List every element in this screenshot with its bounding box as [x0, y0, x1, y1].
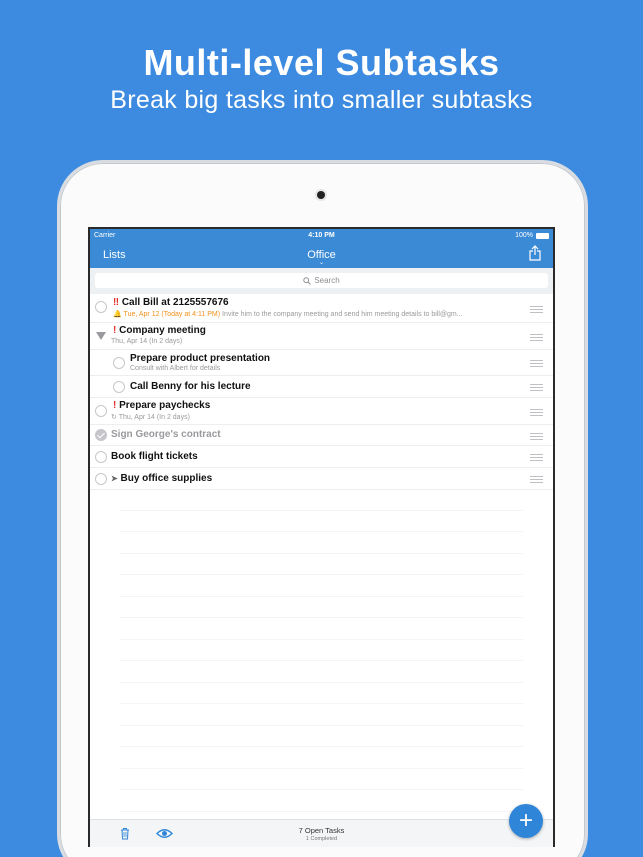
drag-handle-icon[interactable] [530, 476, 543, 485]
task-title: Sign George's contract [111, 429, 221, 440]
task-checkbox[interactable] [113, 381, 125, 393]
status-bar: Carrier 4:10 PM 100% [90, 232, 553, 242]
subtask-row[interactable]: Prepare product presentation Consult wit… [90, 350, 553, 376]
search-placeholder: Search [314, 276, 340, 285]
task-title: Call Bill at 2125557676 [121, 297, 229, 308]
task-checkbox[interactable] [95, 451, 107, 463]
battery-percent: 100% [515, 232, 533, 239]
task-date: Thu, Apr 14 (In 2 days) [111, 338, 183, 345]
open-tasks-count: 7 Open Tasks [298, 826, 345, 835]
drag-handle-icon[interactable] [530, 334, 543, 343]
search-icon [303, 276, 312, 285]
task-list: ‼ Call Bill at 2125557676 🔔 Tue, Apr 12 … [90, 294, 553, 490]
completed-count: 1 Completed [305, 836, 338, 842]
task-checkbox[interactable] [95, 405, 107, 417]
battery-icon [536, 232, 549, 239]
chevron-down-icon: ⌄ [318, 260, 325, 266]
navigation-bar: Carrier 4:10 PM 100% Lists Office ⌄ [90, 229, 553, 268]
task-checkbox[interactable] [113, 357, 125, 369]
repeat-icon: ↻ [111, 414, 117, 421]
priority-icon: ! [113, 325, 117, 336]
empty-list-area [120, 489, 523, 812]
priority-icon: ! [113, 400, 117, 411]
drag-handle-icon[interactable] [530, 306, 543, 315]
drag-handle-icon[interactable] [530, 454, 543, 463]
task-title: Prepare paychecks [119, 400, 211, 411]
checkmark-icon[interactable] [95, 429, 107, 441]
task-checkbox[interactable] [95, 473, 107, 485]
status-time: 4:10 PM [308, 232, 335, 239]
task-row[interactable]: Book flight tickets [90, 446, 553, 468]
app-screen: Carrier 4:10 PM 100% Lists Office ⌄ Sear… [88, 227, 555, 847]
task-note: Invite him to the company meeting and se… [222, 311, 463, 318]
add-task-button[interactable]: + [509, 804, 543, 838]
location-arrow-icon: ➤ [111, 474, 118, 483]
task-checkbox[interactable] [95, 301, 107, 313]
drag-handle-icon[interactable] [530, 384, 543, 393]
drag-handle-icon[interactable] [530, 433, 543, 442]
bell-icon: 🔔 [113, 311, 122, 318]
task-title: Call Benny for his lecture [130, 381, 251, 392]
task-row[interactable]: ➤ Buy office supplies [90, 468, 553, 490]
task-title: Buy office supplies [120, 473, 213, 484]
task-row[interactable]: ‼ Call Bill at 2125557676 🔔 Tue, Apr 12 … [90, 294, 553, 323]
task-title: Company meeting [119, 325, 206, 336]
subtask-row[interactable]: Call Benny for his lecture [90, 376, 553, 398]
share-icon[interactable] [529, 245, 541, 261]
priority-icon: ‼ [113, 297, 120, 308]
camera-icon [317, 191, 325, 199]
task-row[interactable]: ! Prepare paychecks ↻ Thu, Apr 14 (In 2 … [90, 398, 553, 425]
drag-handle-icon[interactable] [530, 409, 543, 418]
search-input[interactable]: Search [95, 273, 548, 288]
task-row-completed[interactable]: Sign George's contract [90, 425, 553, 446]
task-title: Book flight tickets [111, 451, 198, 462]
task-note: Consult with Albert for details [130, 365, 221, 372]
search-bar: Search [90, 268, 553, 294]
collapse-triangle-icon[interactable] [96, 332, 106, 340]
task-reminder: Tue, Apr 12 (Today at 4:11 PM) [123, 311, 221, 318]
subheadline: Break big tasks into smaller subtasks [110, 86, 533, 114]
drag-handle-icon[interactable] [530, 360, 543, 369]
task-date: Thu, Apr 14 (In 2 days) [118, 414, 190, 421]
task-title: Prepare product presentation [130, 353, 271, 364]
headline: Multi-level Subtasks [143, 42, 500, 83]
bottom-toolbar: 7 Open Tasks 1 Completed [90, 819, 553, 847]
task-row[interactable]: ! Company meeting Thu, Apr 14 (In 2 days… [90, 323, 553, 350]
